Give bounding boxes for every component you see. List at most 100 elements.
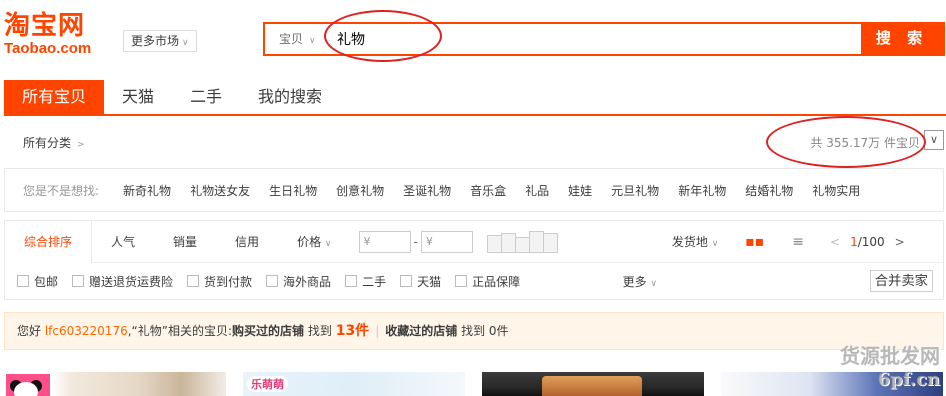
checkbox[interactable] — [187, 275, 200, 287]
filter-panel: 综合排序 人气 销量 信用 价格 ∨ ¥ - ¥ 发货地 ∨ ▪▪ ≡ < 1 … — [4, 220, 944, 300]
location-filter[interactable]: 发货地 ∨ — [653, 221, 737, 263]
tab-tmall[interactable]: 天猫 — [104, 80, 172, 114]
more-markets-label: 更多市场 — [131, 34, 180, 48]
suggest-item[interactable]: 娃娃 — [568, 182, 592, 199]
suggest-item[interactable]: 音乐盒 — [470, 182, 506, 199]
filter-free-shipping[interactable]: 包邮 — [17, 273, 58, 290]
suggest-item[interactable]: 新年礼物 — [678, 182, 726, 199]
bought-shops-link[interactable]: 购买过的店铺 — [232, 324, 304, 338]
product-thumbnail[interactable]: 乐萌萌 — [243, 372, 465, 396]
collapse-button[interactable]: ∨ — [924, 130, 944, 150]
notice-query: ,“礼物”相关的宝贝: — [127, 324, 233, 338]
annotation-circle — [324, 10, 442, 62]
product-image — [542, 376, 642, 396]
sort-default[interactable]: 综合排序 — [5, 220, 93, 263]
chevron-down-icon: ∨ — [182, 38, 189, 48]
filter-tmall[interactable]: 天猫 — [400, 273, 441, 290]
product-thumbnail[interactable] — [482, 372, 704, 396]
watermark-line2: 6pf.cn — [877, 369, 940, 390]
tab-second-hand[interactable]: 二手 — [172, 80, 240, 114]
more-markets-dropdown[interactable]: 更多市场 ∨ — [123, 30, 197, 52]
found-text: 找到 — [307, 324, 332, 338]
logo-en-text: Taobao.com — [4, 40, 92, 57]
suggest-item[interactable]: 礼物实用 — [812, 182, 860, 199]
total-pages: /100 — [857, 234, 885, 249]
search-tabs: 所有宝贝 天猫 二手 我的搜索 — [4, 80, 946, 116]
related-suggestions: 您是不是想找: 新奇礼物 礼物送女友 生日礼物 创意礼物 圣诞礼物 音乐盒 礼品… — [4, 168, 944, 212]
sort-credit[interactable]: 信用 — [216, 221, 278, 263]
checkbox[interactable] — [400, 275, 413, 287]
search-type-label: 宝贝 — [279, 32, 304, 46]
category-label: 所有分类 — [23, 136, 72, 150]
checkbox[interactable] — [266, 275, 279, 287]
chevron-down-icon: ∨ — [650, 279, 657, 289]
filter-cod[interactable]: 货到付款 — [187, 273, 252, 290]
prev-page-icon[interactable]: < — [830, 235, 840, 249]
suggest-item[interactable]: 元旦礼物 — [611, 182, 659, 199]
bought-count[interactable]: 13件 — [336, 323, 369, 339]
sort-price-label: 价格 — [297, 234, 322, 249]
mini-pager: < 1/100 > — [830, 235, 905, 249]
checkbox-label: 赠送退货运费险 — [89, 274, 174, 289]
suggest-item[interactable]: 创意礼物 — [336, 182, 384, 199]
checkbox-filters: 包邮 赠送退货运费险 货到付款 海外商品 二手 天猫 正品保障 更多 ∨ 合并卖… — [5, 263, 943, 299]
suggest-item[interactable]: 圣诞礼物 — [403, 182, 451, 199]
grid-view-icon[interactable]: ▪▪ — [745, 234, 764, 250]
suggest-item[interactable]: 礼物送女友 — [190, 182, 250, 199]
site-watermark: 货源批发网 6pf.cn — [840, 340, 940, 390]
checkbox-label: 二手 — [362, 274, 387, 289]
checkbox[interactable] — [345, 275, 358, 287]
checkbox-label: 天猫 — [417, 274, 442, 289]
more-filters-dropdown[interactable]: 更多 ∨ — [623, 273, 657, 290]
notice-greet: 您好 — [17, 324, 42, 338]
price-distribution-chart[interactable] — [486, 230, 558, 253]
fav-count: 0件 — [488, 324, 509, 338]
checkbox[interactable] — [455, 275, 468, 287]
merge-sellers-button[interactable]: 合并卖家 — [869, 270, 933, 292]
filter-genuine[interactable]: 正品保障 — [455, 273, 520, 290]
filter-overseas[interactable]: 海外商品 — [266, 273, 331, 290]
checkbox[interactable] — [72, 275, 85, 287]
suggest-item[interactable]: 生日礼物 — [269, 182, 317, 199]
notice-username[interactable]: lfc603220176 — [45, 324, 128, 338]
category-breadcrumb[interactable]: 所有分类 > — [23, 134, 85, 151]
sort-sales[interactable]: 销量 — [154, 221, 216, 263]
chevron-down-icon: ∨ — [324, 238, 332, 249]
suggest-item[interactable]: 结婚礼物 — [745, 182, 793, 199]
filter-return-insurance[interactable]: 赠送退货运费险 — [72, 273, 173, 290]
price-max-input[interactable]: ¥ — [420, 230, 473, 253]
taobao-search-page: 淘宝网 Taobao.com 更多市场∨ 宝贝∨ 搜 索 所有宝贝 天猫 二手 … — [0, 0, 946, 396]
suggest-item[interactable]: 新奇礼物 — [123, 182, 171, 199]
price-separator: - — [413, 234, 418, 249]
current-page: 1 — [850, 234, 858, 249]
tab-all-items[interactable]: 所有宝贝 — [4, 80, 105, 114]
chevron-down-icon: ∨ — [929, 133, 939, 146]
sort-price[interactable]: 价格 ∨ — [278, 221, 350, 263]
fav-shops-link[interactable]: 收藏过的店铺 — [385, 324, 457, 338]
search-type-dropdown[interactable]: 宝贝 ∨ — [265, 24, 331, 54]
more-label: 更多 — [622, 275, 647, 289]
location-label: 发货地 — [671, 234, 708, 249]
filter-second-hand[interactable]: 二手 — [345, 273, 386, 290]
checkbox-label: 包邮 — [34, 274, 59, 289]
found-text: 找到 — [461, 324, 486, 338]
search-button[interactable]: 搜 索 — [861, 24, 943, 54]
next-page-icon[interactable]: > — [895, 235, 905, 249]
checkbox-label: 正品保障 — [472, 274, 521, 289]
checkbox-label: 海外商品 — [283, 274, 332, 289]
product-thumbnail[interactable] — [4, 372, 226, 396]
price-min-input[interactable]: ¥ — [358, 230, 411, 253]
divider: | — [375, 324, 380, 338]
suggest-item[interactable]: 礼品 — [525, 182, 549, 199]
shop-history-notice: 您好 lfc603220176,“礼物”相关的宝贝:购买过的店铺 找到 13件 |… — [4, 312, 944, 350]
taobao-logo[interactable]: 淘宝网 Taobao.com — [4, 12, 112, 58]
panda-logo-icon — [6, 374, 50, 396]
checkbox[interactable] — [17, 275, 29, 287]
chevron-down-icon: ∨ — [711, 238, 719, 249]
annotation-circle — [766, 116, 926, 168]
tab-my-search[interactable]: 我的搜索 — [240, 80, 340, 114]
price-range: ¥ - ¥ — [358, 230, 558, 253]
sort-row: 综合排序 人气 销量 信用 价格 ∨ ¥ - ¥ 发货地 ∨ ▪▪ ≡ < 1 … — [5, 220, 943, 263]
sort-popularity[interactable]: 人气 — [92, 221, 154, 263]
list-view-icon[interactable]: ≡ — [792, 234, 804, 250]
